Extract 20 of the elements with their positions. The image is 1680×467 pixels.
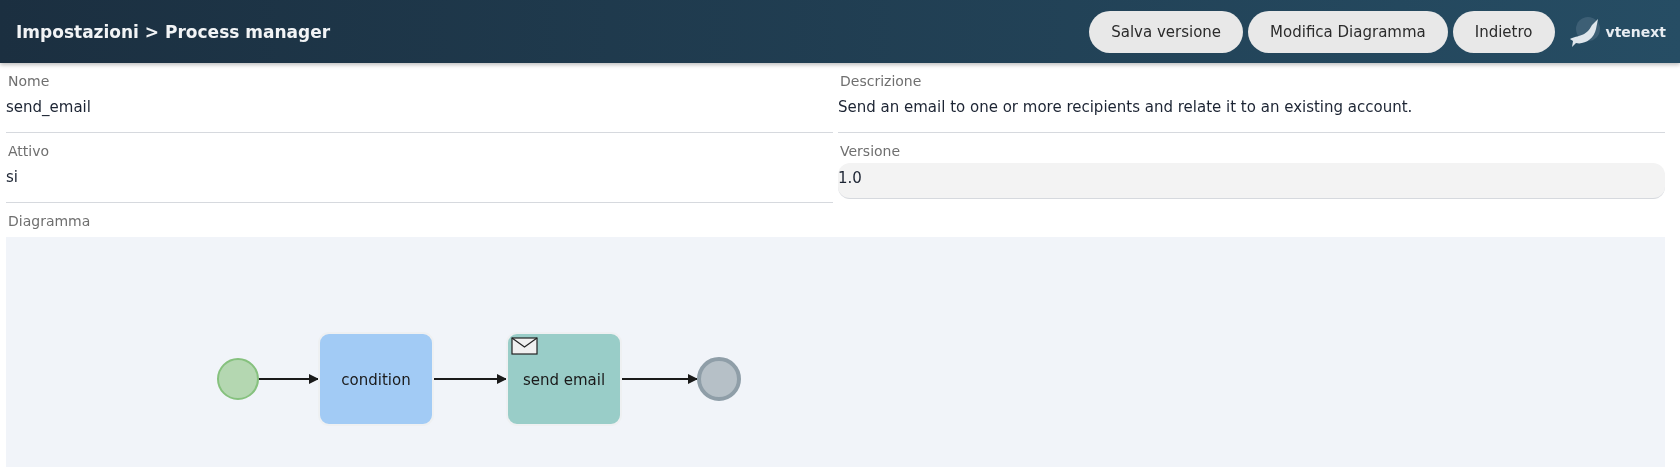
field-value: send_email [6,98,92,116]
task-label: condition [341,371,411,389]
header-button[interactable]: Modifica Diagramma [1248,10,1448,53]
logo-text: vtenext [1605,23,1666,40]
start-event [217,358,259,400]
field-label: Descrizione [839,73,923,89]
end-event [697,357,741,401]
field-label: Versione [839,143,902,159]
field-label: Nome [7,73,51,89]
envelope-icon [511,337,538,355]
field-label: Attivo [7,143,51,159]
field-value: Send an email to one or more recipients and relate it to an existing account. [838,98,1414,116]
field-value: si [6,168,19,186]
header-button[interactable]: Indietro [1452,10,1555,53]
field-label: Diagramma [8,213,92,229]
header-button[interactable]: Salva versione [1089,10,1244,53]
breadcrumb: Impostazioni > Process manager [16,21,331,42]
version-field[interactable]: 1.0 [838,163,1665,199]
task-label: send email [522,371,606,389]
flow-arrow [257,374,319,384]
